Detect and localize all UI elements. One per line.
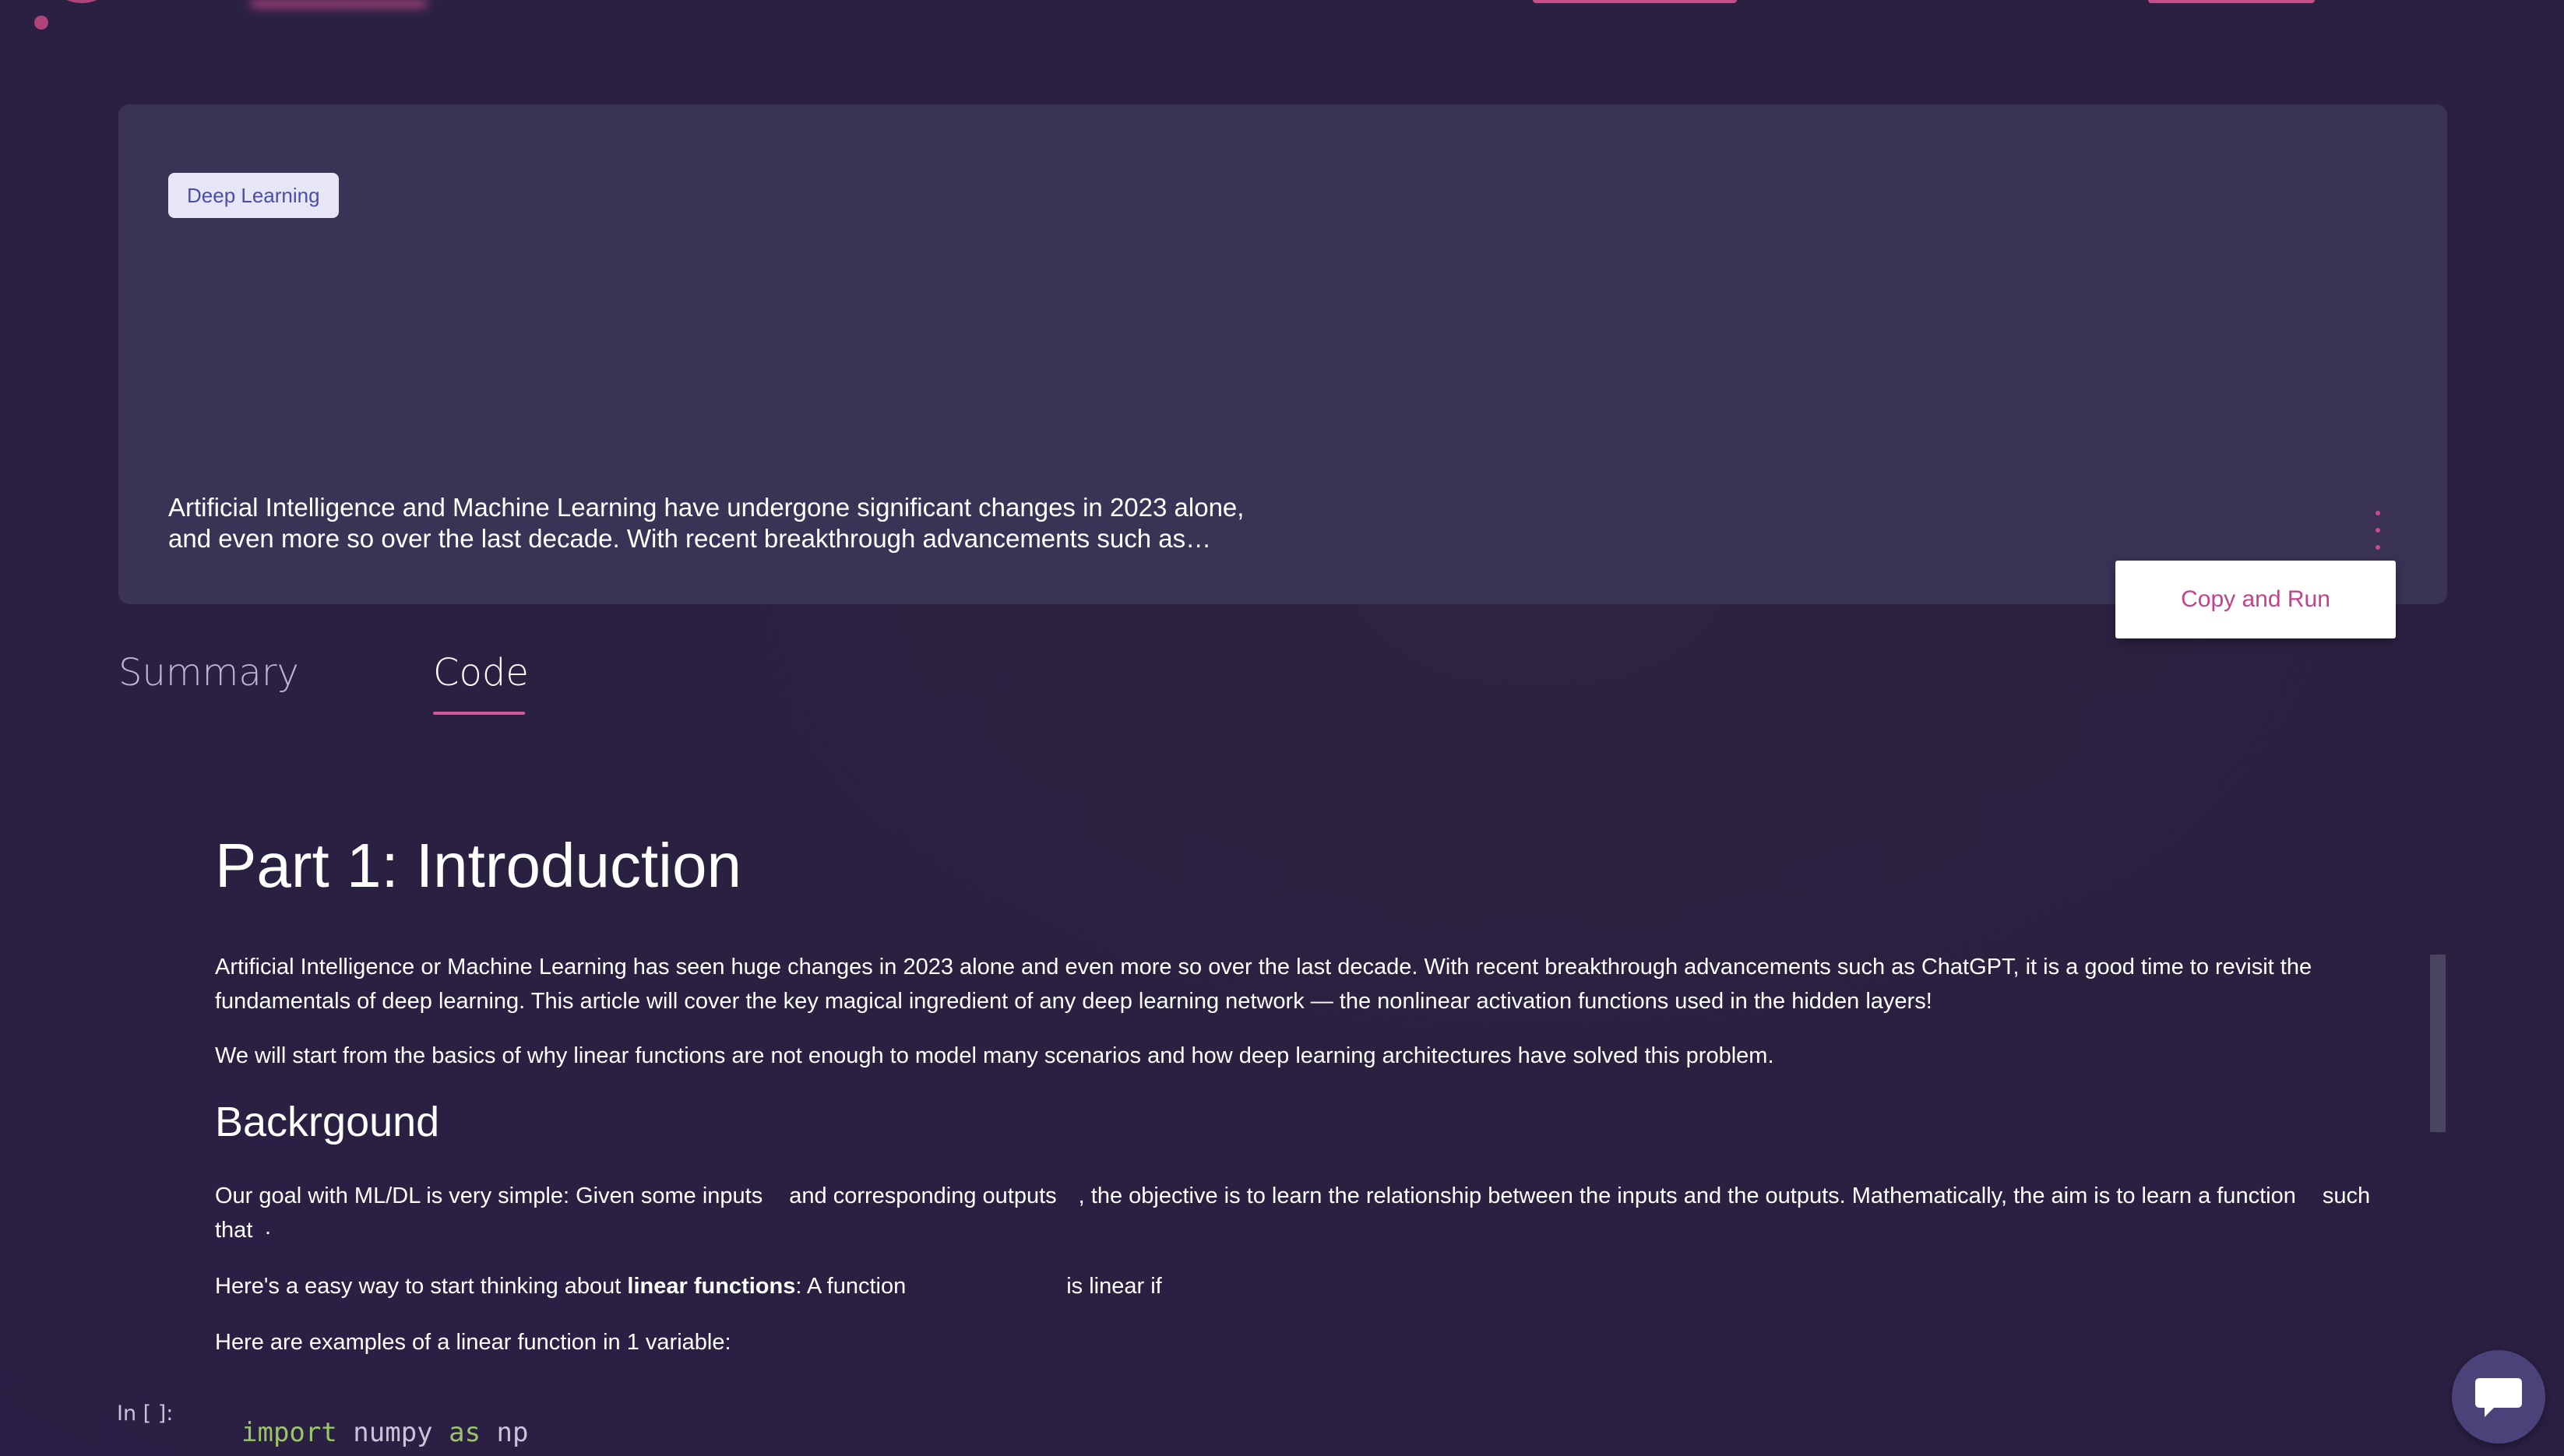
goal-text: Our goal with ML/DL is very simple: Give…: [215, 1183, 763, 1208]
kebab-dot: [2376, 545, 2380, 550]
logo-dot: [34, 16, 48, 30]
goal-text: , the objective is to learn the relation…: [1078, 1183, 2296, 1208]
linear-functions-paragraph: Here's a easy way to start thinking abou…: [215, 1269, 2404, 1303]
content-scrollbar[interactable]: [2430, 955, 2446, 1132]
chat-svg: [2475, 1378, 2522, 1417]
linear-text: Here's a easy way to start thinking abou…: [215, 1274, 628, 1299]
hero-description-line: Artificial Intelligence and Machine Lear…: [168, 493, 1245, 522]
logo-arc: [47, 0, 117, 3]
code-module: numpy: [336, 1417, 449, 1448]
goal-paragraph-end: .: [265, 1215, 272, 1240]
linear-functions-bold: linear functions: [627, 1274, 796, 1299]
basics-paragraph: We will start from the basics of why lin…: [215, 1043, 1774, 1068]
top-navbar: [0, 0, 2564, 31]
code-cell-prompt: In [ ]:: [117, 1401, 174, 1426]
code-cell[interactable]: import numpy as np: [241, 1417, 529, 1448]
code-keyword: import: [241, 1417, 337, 1448]
notebook-heading-background: Backrgound: [215, 1099, 440, 1145]
intro-paragraph: Artificial Intelligence or Machine Learn…: [215, 955, 2312, 1014]
kebab-menu-icon[interactable]: [2366, 511, 2390, 550]
nav-indicator-secondary[interactable]: [2148, 0, 2315, 3]
hero-description-line: and even more so over the last decade. W…: [168, 524, 1212, 553]
nav-indicator[interactable]: [1533, 0, 1737, 3]
examples-paragraph: Here are examples of a linear function i…: [215, 1330, 731, 1355]
kebab-dot: [2376, 528, 2380, 533]
goal-text: and corresponding outputs: [789, 1183, 1057, 1208]
hero-description: Artificial Intelligence and Machine Lear…: [168, 492, 1274, 554]
hero-card: Deep Learning Artificial Intelligence an…: [118, 104, 2447, 604]
kebab-dot: [2376, 511, 2380, 515]
active-tab-underline: [433, 712, 525, 715]
linear-text: : A function: [795, 1274, 907, 1299]
tab-summary[interactable]: Summary: [118, 651, 299, 695]
category-tag[interactable]: Deep Learning: [168, 173, 339, 218]
nav-active-glow[interactable]: [249, 0, 428, 8]
linear-text: is linear if: [1066, 1274, 1162, 1299]
tab-code[interactable]: Code: [433, 651, 529, 695]
notebook-heading-part1: Part 1: Introduction: [215, 831, 741, 900]
chat-bubble-icon[interactable]: [2452, 1350, 2545, 1444]
goal-paragraph: Our goal with ML/DL is very simple: Give…: [215, 1179, 2404, 1247]
code-keyword: as: [449, 1417, 481, 1448]
code-alias: np: [481, 1417, 529, 1448]
copy-and-run-button[interactable]: Copy and Run: [2115, 561, 2396, 638]
